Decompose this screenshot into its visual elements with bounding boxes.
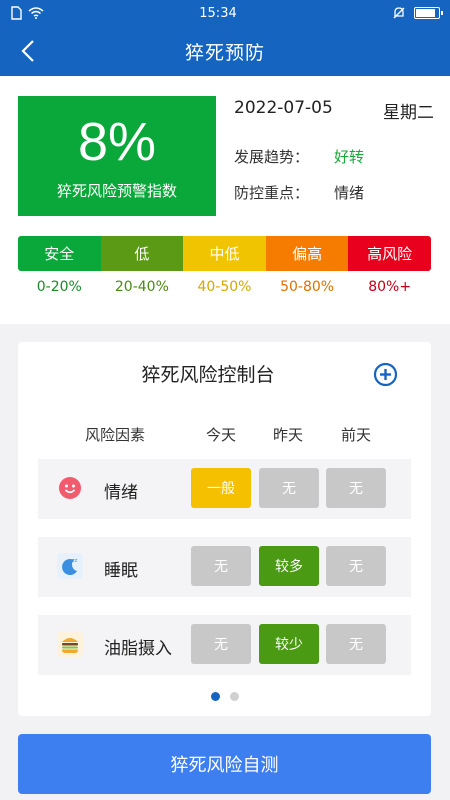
console-title: 猝死风险控制台 [141, 364, 275, 386]
header-today: 今天 [205, 426, 236, 444]
risk-scale-bar: 安全 低 中低 偏高 高风险 [18, 236, 431, 271]
risk-range-low: 20-40% [114, 279, 169, 295]
fat-day-before-level[interactable]: 无 [326, 624, 386, 664]
risk-level-mid-low: 中低 [183, 236, 266, 271]
page-title: 猝死预防 [184, 41, 265, 64]
trend-row: 发展趋势： 好转 [234, 146, 364, 167]
summary-section: 8% 猝死风险预警指数 2022-07-05 星期二 发展趋势： 好转 防控重点… [0, 76, 450, 324]
factor-name: 情绪 [104, 483, 138, 503]
mute-bell-icon [393, 7, 405, 19]
svg-text:zz: zz [72, 558, 78, 564]
date-text: 2022-07-05 [234, 98, 333, 118]
weekday-text: 星期二 [383, 103, 434, 123]
sim-card-icon [11, 6, 22, 20]
focus-row: 防控重点： 情绪 [234, 182, 364, 203]
page-dot-1[interactable] [210, 692, 220, 701]
status-time: 15:34 [199, 5, 237, 21]
page-indicator [18, 692, 431, 701]
focus-value: 情绪 [334, 184, 365, 202]
wifi-icon [28, 7, 44, 19]
factor-row-emotion: 情绪 一般 无 无 [38, 459, 411, 519]
risk-index-label: 猝死风险预警指数 [56, 181, 177, 200]
risk-level-safe: 安全 [18, 236, 101, 271]
factor-name: 油脂摄入 [104, 639, 172, 659]
emotion-yesterday-level[interactable]: 无 [259, 468, 319, 508]
risk-index-card: 8% 猝死风险预警指数 [18, 96, 216, 216]
nav-bar: 猝死预防 [0, 26, 450, 76]
sleep-yesterday-level[interactable]: 较多 [259, 546, 319, 586]
sleep-day-before-level[interactable]: 无 [326, 546, 386, 586]
fat-today-level[interactable]: 无 [191, 624, 251, 664]
sleep-today-level[interactable]: 无 [191, 546, 251, 586]
header-factor: 风险因素 [84, 426, 145, 444]
emotion-face-icon [56, 474, 84, 502]
chevron-left-icon [21, 40, 34, 62]
emotion-today-level[interactable]: 一般 [191, 468, 251, 508]
date-row: 2022-07-05 星期二 [234, 98, 434, 123]
risk-console-card: 猝死风险控制台 风险因素 今天 昨天 前天 情绪 一般 无 无 zz 睡眠 无 … [18, 342, 431, 716]
add-factor-button[interactable] [373, 362, 398, 387]
focus-label: 防控重点： [234, 184, 310, 202]
plus-circle-icon [373, 362, 398, 387]
risk-range-mid-low: 40-50% [197, 279, 252, 295]
risk-range-high: 80%+ [368, 279, 412, 295]
risk-level-low: 低 [100, 236, 184, 271]
burger-icon [56, 630, 84, 658]
risk-range-labels: 0-20% 20-40% 40-50% 50-80% 80%+ [18, 279, 431, 295]
status-bar: 15:34 [0, 0, 450, 26]
page-dot-2[interactable] [229, 692, 239, 701]
risk-range-safe: 0-20% [36, 279, 82, 295]
risk-level-high-ish: 偏高 [265, 236, 349, 271]
factor-row-sleep: zz 睡眠 无 较多 无 [38, 537, 411, 597]
battery-icon [414, 7, 443, 19]
factor-row-fat-intake: 油脂摄入 无 较少 无 [38, 615, 411, 675]
header-day-before: 前天 [340, 426, 371, 444]
back-button[interactable] [14, 37, 42, 65]
risk-index-value: 8% [77, 111, 157, 172]
header-yesterday: 昨天 [272, 426, 303, 444]
risk-selftest-button[interactable]: 猝死风险自测 [18, 734, 431, 794]
sleep-moon-icon: zz [56, 552, 84, 580]
emotion-day-before-level[interactable]: 无 [326, 468, 386, 508]
risk-range-high-ish: 50-80% [280, 279, 335, 295]
factor-name: 睡眠 [104, 561, 138, 581]
risk-level-high: 高风险 [348, 236, 431, 271]
trend-label: 发展趋势： [234, 148, 310, 166]
trend-value: 好转 [334, 148, 365, 166]
fat-yesterday-level[interactable]: 较少 [259, 624, 319, 664]
